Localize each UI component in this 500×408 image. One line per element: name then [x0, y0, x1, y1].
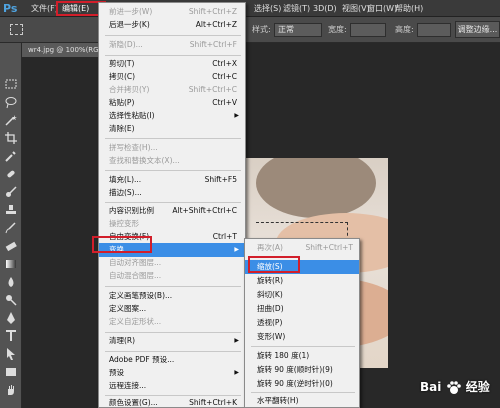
baidu-watermark: Bai 经验 [420, 380, 490, 394]
submenu-item-rotate-180[interactable]: 旋转 180 度(1) [245, 349, 359, 363]
menu-item-find-replace[interactable]: 查找和替换文本(X)... [99, 154, 245, 168]
brush-icon[interactable] [4, 185, 18, 199]
width-label: 宽度: [328, 25, 347, 34]
submenu-item-perspective[interactable]: 透视(P) [245, 316, 359, 330]
submenu-item-warp[interactable]: 变形(W) [245, 330, 359, 344]
menu-separator [251, 346, 355, 347]
menu-item-pdf-presets[interactable]: Adobe PDF 预设... [99, 353, 245, 367]
submenu-arrow-icon: ▶ [234, 246, 239, 253]
path-selection-icon[interactable] [4, 347, 18, 361]
menu-item-copy-merged[interactable]: 合并拷贝(Y) Shift+Ctrl+C [99, 83, 245, 97]
menu-item-fill[interactable]: 填充(L)... Shift+F5 [99, 173, 245, 187]
menu-item-auto-align[interactable]: 自动对齐图层... [99, 256, 245, 270]
menu-filter[interactable]: 滤镜(T) [283, 2, 310, 15]
style-label: 样式: [252, 25, 271, 34]
width-input[interactable] [350, 23, 386, 37]
height-label: 高度: [395, 25, 414, 34]
menu-item-step-backward[interactable]: 后退一步(K) Alt+Ctrl+Z [99, 18, 245, 32]
menu-item-auto-blend[interactable]: 自动混合图层... [99, 269, 245, 283]
marquee-icon[interactable] [4, 77, 18, 91]
menu-item-clear[interactable]: 清除(E) [99, 122, 245, 136]
menu-item-stroke[interactable]: 描边(S)... [99, 186, 245, 200]
refine-edge-button[interactable]: 调整边缘... [455, 21, 500, 38]
height-input[interactable] [417, 23, 451, 37]
menu-separator [105, 170, 241, 171]
type-icon[interactable] [4, 329, 18, 343]
menu-item-cut[interactable]: 剪切(T) Ctrl+X [99, 57, 245, 71]
clone-stamp-icon[interactable] [4, 203, 18, 217]
menu-separator [105, 286, 241, 287]
magic-wand-icon[interactable] [4, 113, 18, 127]
menu-item-define-brush[interactable]: 定义画笔预设(B)... [99, 289, 245, 303]
dodge-icon[interactable] [4, 293, 18, 307]
submenu-item-rotate-90-ccw[interactable]: 旋转 90 度(逆时针)(0) [245, 377, 359, 391]
submenu-arrow-icon: ▶ [234, 112, 239, 119]
menu-view[interactable]: 视图(V) [342, 2, 370, 15]
menu-item-paste-special[interactable]: 选择性粘贴(I) ▶ [99, 109, 245, 123]
menu-bar: Ps 文件(F) 编辑(E) 视图(V) 窗口(W) 帮助(H) 3D(D) 选… [0, 0, 500, 17]
submenu-item-distort[interactable]: 扭曲(D) [245, 302, 359, 316]
menu-item-define-pattern[interactable]: 定义图案... [99, 302, 245, 316]
menu-separator [251, 392, 355, 393]
menu-3d[interactable]: 3D(D) [313, 2, 337, 15]
menu-help[interactable]: 帮助(H) [395, 2, 423, 15]
crop-icon[interactable] [4, 131, 18, 145]
menu-separator [105, 35, 241, 36]
blur-icon[interactable] [4, 275, 18, 289]
photoshop-logo: Ps [3, 2, 18, 15]
toolbox [0, 43, 22, 408]
style-select[interactable]: 正常 [274, 23, 322, 37]
menu-item-purge[interactable]: 清理(R) ▶ [99, 334, 245, 348]
submenu-arrow-icon: ▶ [234, 369, 239, 376]
menu-separator [105, 332, 241, 333]
eraser-icon[interactable] [4, 239, 18, 253]
menu-separator [105, 351, 241, 352]
menu-item-puppet-warp[interactable]: 操控变形 [99, 217, 245, 231]
submenu-arrow-icon: ▶ [234, 337, 239, 344]
menu-separator [105, 138, 241, 139]
marquee-tool-icon[interactable] [10, 24, 23, 35]
pen-icon[interactable] [4, 311, 18, 325]
menu-item-presets[interactable]: 预设 ▶ [99, 366, 245, 380]
menu-item-step-forward[interactable]: 前进一步(W) Shift+Ctrl+Z [99, 5, 245, 19]
edit-menu-dropdown: 前进一步(W) Shift+Ctrl+Z 后退一步(K) Alt+Ctrl+Z 渐隐… [98, 2, 246, 408]
menu-item-copy[interactable]: 拷贝(C) Ctrl+C [99, 70, 245, 84]
menu-select[interactable]: 选择(S) [254, 2, 281, 15]
menu-window[interactable]: 窗口(W) [367, 2, 397, 15]
gradient-icon[interactable] [4, 257, 18, 271]
shape-icon[interactable] [4, 365, 18, 379]
submenu-item-flip-horizontal[interactable]: 水平翻转(H) [245, 394, 359, 408]
healing-brush-icon[interactable] [4, 167, 18, 181]
options-bar: 样式: 正常 宽度: 高度: 调整边缘... [0, 17, 500, 43]
history-brush-icon[interactable] [4, 221, 18, 235]
menu-item-define-shape[interactable]: 定义自定形状... [99, 315, 245, 329]
menu-item-color-settings[interactable]: 颜色设置(G)... Shift+Ctrl+K [99, 396, 245, 408]
submenu-item-again[interactable]: 再次(A) Shift+Ctrl+T [245, 241, 359, 255]
paw-icon [446, 380, 461, 394]
menu-file[interactable]: 文件(F) [31, 2, 58, 15]
submenu-item-rotate[interactable]: 旋转(R) [245, 274, 359, 288]
menu-item-remote-connections[interactable]: 远程连接... [99, 379, 245, 393]
menu-item-spell-check[interactable]: 拼写检查(H)... [99, 141, 245, 155]
transform-highlight [92, 236, 152, 253]
menu-separator [105, 55, 241, 56]
menu-item-fade[interactable]: 渐隐(D)... Shift+Ctrl+F [99, 38, 245, 52]
menu-item-paste[interactable]: 粘贴(P) Ctrl+V [99, 96, 245, 110]
menu-item-content-aware-scale[interactable]: 内容识别比例 Alt+Shift+Ctrl+C [99, 204, 245, 218]
menu-separator [105, 202, 241, 203]
lasso-icon[interactable] [4, 95, 18, 109]
eyedropper-icon[interactable] [4, 149, 18, 163]
submenu-item-rotate-90-cw[interactable]: 旋转 90 度(顺时针)(9) [245, 363, 359, 377]
scale-highlight [248, 256, 300, 273]
hand-icon[interactable] [4, 383, 18, 397]
submenu-item-skew[interactable]: 斜切(K) [245, 288, 359, 302]
